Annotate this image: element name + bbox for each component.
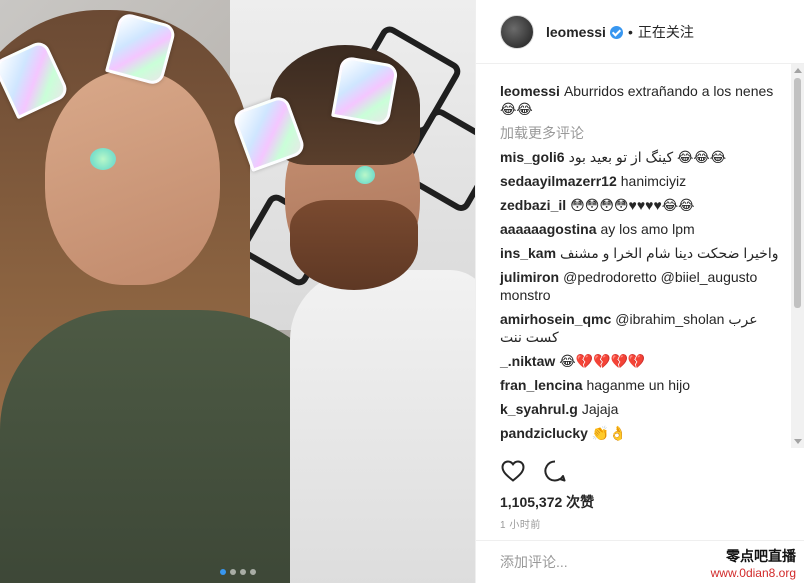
comment-row: aaaaaagostina ay los amo lpm	[500, 220, 792, 238]
comment-text: 😂💔💔💔💔	[559, 353, 646, 369]
load-more-comments-link[interactable]: 加载更多评论	[500, 124, 792, 142]
scroll-down-arrow-icon[interactable]	[794, 439, 802, 444]
comment-username[interactable]: fran_lencina	[500, 377, 582, 393]
comments-scrollbar[interactable]	[791, 64, 804, 448]
carousel-dot[interactable]	[239, 569, 246, 575]
post-actions	[500, 458, 568, 484]
scroll-up-arrow-icon[interactable]	[794, 68, 802, 73]
comment-username[interactable]: ins_kam	[500, 245, 556, 261]
caption-username[interactable]: leomessi	[500, 83, 560, 99]
comment-text: 👏👌	[591, 425, 627, 441]
comment-text: 😳😳😳😳♥♥♥♥😂😂	[570, 197, 695, 213]
comment-row: zedbazi_il 😳😳😳😳♥♥♥♥😂😂	[500, 196, 792, 214]
comment-text: Jajaja	[581, 401, 619, 417]
instagram-post-modal: leomessi • 正在关注 leomessi Aburridos extrañ…	[0, 0, 804, 583]
man-shirt	[290, 270, 475, 583]
comment-row: k_syahrul.g Jajaja	[500, 400, 792, 418]
nose-filter	[90, 148, 116, 170]
cat-ear-filter	[331, 55, 399, 127]
heart-outline-icon	[501, 460, 525, 482]
comment-rows: mis_goli6 کینگ از تو بعید بود 😂😂😂 sedaayil…	[500, 148, 792, 442]
comment-text: واخیرا ضحکت دینا شام الخرا و مشنف	[560, 245, 779, 261]
watermark-url: www.0dian8.org	[710, 566, 796, 580]
comment-row: _.niktaw 😂💔💔💔💔	[500, 352, 792, 370]
comment-text: haganme un hijo	[586, 377, 691, 393]
like-count[interactable]: 1,105,372 次赞	[500, 492, 594, 512]
add-comment-input[interactable]	[500, 554, 680, 570]
comment-username[interactable]: zedbazi_il	[500, 197, 566, 213]
comment-username[interactable]: mis_goli6	[500, 149, 565, 165]
comment-username[interactable]: aaaaaagostina	[500, 221, 597, 237]
post-header: leomessi • 正在关注	[476, 0, 804, 64]
avatar[interactable]	[500, 14, 534, 49]
watermark: 零点吧直播 www.0dian8.org	[711, 546, 796, 580]
scrollbar-thumb[interactable]	[794, 78, 801, 308]
comment-row: pandziclucky 👏👌	[500, 424, 792, 442]
man-beard	[290, 200, 418, 290]
carousel-indicator[interactable]	[0, 569, 475, 575]
header-separator: •	[627, 23, 633, 40]
woman-face	[45, 70, 220, 285]
header-username[interactable]: leomessi	[546, 24, 606, 40]
carousel-dot[interactable]	[219, 569, 226, 575]
caption: leomessi Aburridos extrañando a los nenes…	[500, 82, 792, 118]
post-photo[interactable]	[0, 0, 475, 583]
comment-row: mis_goli6 کینگ از تو بعید بود 😂😂😂	[500, 148, 792, 166]
comment-row: ins_kam واخیرا ضحکت دینا شام الخرا و مشنف	[500, 244, 792, 262]
carousel-dot[interactable]	[249, 569, 256, 575]
follow-status-button[interactable]: 正在关注	[638, 22, 694, 42]
comment-text: ay los amo lpm	[600, 221, 695, 237]
comment-row: sedaayilmazerr12 hanimciyiz	[500, 172, 792, 190]
like-button[interactable]	[500, 458, 526, 484]
post-time[interactable]: 1 小时前	[500, 516, 541, 531]
comments-list: leomessi Aburridos extrañando a los nenes…	[476, 82, 792, 447]
comment-username[interactable]: _.niktaw	[500, 353, 555, 369]
comment-username[interactable]: pandziclucky	[500, 425, 588, 441]
comment-username[interactable]: k_syahrul.g	[500, 401, 578, 417]
comment-row: amirhosein_qmc @ibrahim_sholan عرب کست نن…	[500, 310, 792, 346]
watermark-title: 零点吧直播	[726, 548, 796, 564]
comment-username[interactable]: sedaayilmazerr12	[500, 173, 617, 189]
post-sidebar: leomessi • 正在关注 leomessi Aburridos extrañ…	[475, 0, 804, 583]
verified-badge-icon	[609, 26, 623, 39]
comment-row: fran_lencina haganme un hijo	[500, 376, 792, 394]
comment-button[interactable]	[542, 458, 568, 484]
comment-username[interactable]: julimiron	[500, 269, 559, 285]
comment-row: julimiron @pedrodoretto @biiel_augusto mo…	[500, 268, 792, 304]
comment-username[interactable]: amirhosein_qmc	[500, 311, 611, 327]
comment-text: hanimciyiz	[620, 173, 687, 189]
nose-filter	[355, 166, 375, 184]
speech-bubble-icon	[544, 460, 566, 482]
carousel-dot[interactable]	[229, 569, 236, 575]
comment-text: کینگ از تو بعید بود 😂😂😂	[568, 149, 727, 165]
